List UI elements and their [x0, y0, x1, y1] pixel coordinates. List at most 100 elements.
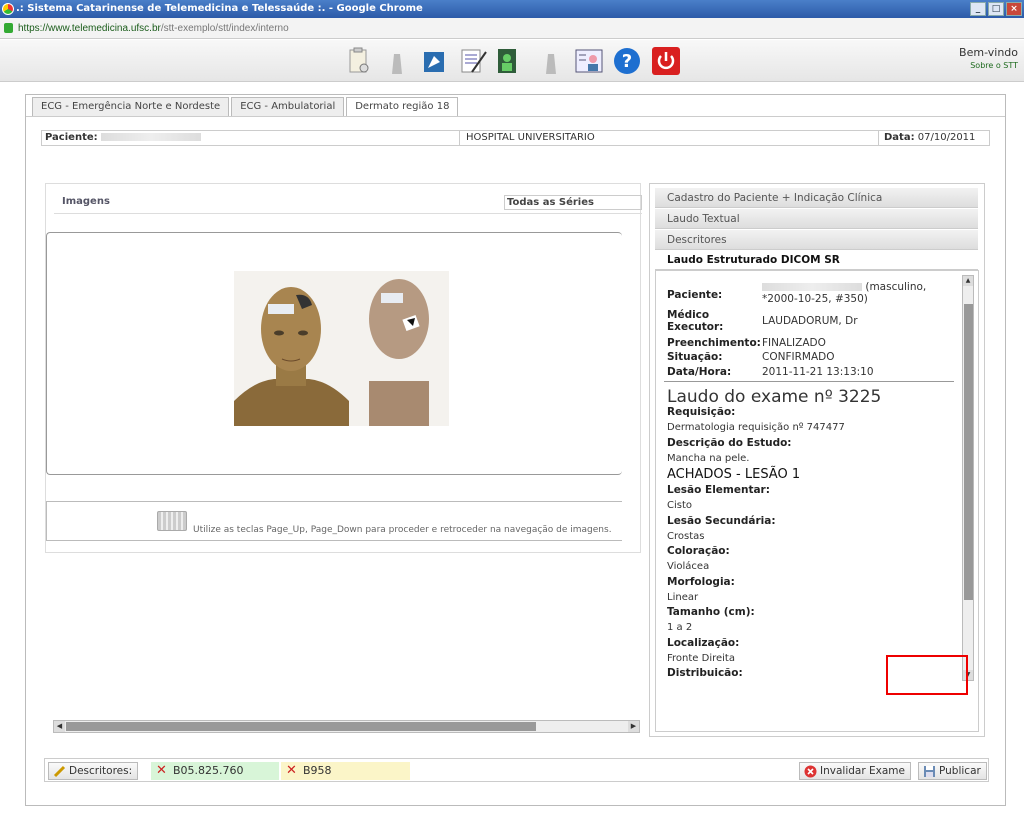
accordion-laudo-textual[interactable]: Laudo Textual: [655, 209, 978, 229]
address-bar[interactable]: https://www.telemedicina.ufsc.br/stt-exe…: [0, 18, 1024, 39]
close-icon[interactable]: ×: [1006, 2, 1022, 16]
main-frame: ECG - Emergência Norte e Nordeste ECG - …: [25, 94, 1006, 806]
accordion-descritores[interactable]: Descritores: [655, 230, 978, 250]
report-medico: Médico Executor: LAUDADORUM, Dr: [667, 309, 858, 333]
clipboard-icon[interactable]: [344, 46, 374, 76]
descriptor-code-2[interactable]: ✕ B958: [281, 762, 410, 780]
scroll-left-icon[interactable]: ◀: [54, 721, 65, 732]
maximize-icon[interactable]: □: [988, 2, 1004, 16]
mannequin-front-icon: [234, 271, 349, 426]
tab-ecg-ambulatorial[interactable]: ECG - Ambulatorial: [231, 97, 345, 116]
report-datahora: Data/Hora: 2011-11-21 13:13:10: [667, 366, 874, 378]
report-preenchimento: Preenchimento: FINALIZADO: [667, 337, 826, 349]
finding-localizacao-value: Fronte Direita: [667, 653, 735, 664]
patient-name-redacted: [762, 283, 862, 291]
user-monitor-icon[interactable]: [494, 46, 524, 76]
welcome-text: Bem-vindo: [959, 46, 1018, 59]
vertical-scrollbar-thumb[interactable]: [964, 304, 973, 600]
tab-divider: [26, 116, 1005, 117]
remove-icon[interactable]: ✕: [286, 762, 297, 780]
image-thumbnail-back[interactable]: [349, 271, 449, 426]
estudo-label: Descrição do Estudo:: [667, 437, 792, 449]
chrome-icon: [2, 3, 14, 15]
series-select[interactable]: Todas as Séries: [504, 195, 642, 210]
finding-distribuicao-key: Distribuicão:: [667, 667, 743, 679]
finding-tamanho-value: 1 a 2: [667, 622, 693, 633]
separator-icon: [392, 54, 402, 74]
separator-icon: [546, 54, 556, 74]
navigation-hint: Utilize as teclas Page_Up, Page_Down par…: [46, 501, 622, 541]
image-viewer: [46, 232, 622, 475]
report-situacao-value: CONFIRMADO: [762, 351, 835, 363]
finding-tamanho-key: Tamanho (cm):: [667, 606, 755, 618]
date-label: Data:: [884, 132, 915, 143]
tab-bar: ECG - Emergência Norte e Nordeste ECG - …: [32, 97, 460, 117]
scroll-right-icon[interactable]: ▶: [628, 721, 639, 732]
report-preenchimento-value: FINALIZADO: [762, 337, 826, 349]
finding-morfologia-key: Morfologia:: [667, 576, 735, 588]
invalidar-exame-button[interactable]: Invalidar Exame: [799, 762, 911, 780]
finding-lesao-secundaria-value: Crostas: [667, 531, 705, 542]
highlight-box: [886, 655, 968, 695]
publicar-label: Publicar: [939, 765, 981, 777]
lock-icon: [4, 23, 13, 33]
url-host: https://www.telemedicina.ufsc.br: [18, 23, 161, 34]
power-icon[interactable]: [651, 46, 681, 76]
finding-coloracao-value: Violácea: [667, 561, 710, 572]
image-thumbnail-front[interactable]: [234, 271, 349, 426]
about-link[interactable]: Sobre o STT: [959, 61, 1018, 70]
window-controls: _ □ ×: [970, 2, 1022, 16]
descritores-label: Descritores:: [69, 765, 133, 777]
bottom-bar: Descritores: ✕ B05.825.760 ✕ B958 Invali…: [44, 758, 989, 782]
hand-image-icon[interactable]: [420, 46, 450, 76]
welcome-area: Bem-vindo Sobre o STT: [959, 46, 1018, 70]
url-path: /stt-exemplo/stt/index/interno: [160, 23, 289, 34]
descriptor-code-2-text: B958: [303, 764, 332, 777]
publicar-button[interactable]: Publicar: [918, 762, 987, 780]
user-card-icon[interactable]: [574, 46, 604, 76]
scrollbar-thumb[interactable]: [66, 722, 536, 731]
date-field: Data: 07/10/2011: [881, 131, 991, 145]
help-icon[interactable]: ?: [612, 46, 642, 76]
minimize-icon[interactable]: _: [970, 2, 986, 16]
images-label: Imagens: [62, 196, 110, 207]
remove-icon[interactable]: ✕: [156, 762, 167, 780]
findings-title: ACHADOS - LESÃO 1: [667, 467, 801, 482]
report-situacao-key: Situação:: [667, 351, 723, 363]
vertical-scrollbar[interactable]: ▲ ▼: [962, 275, 974, 681]
report-panel: Cadastro do Paciente + Indicação Clínica…: [649, 183, 985, 737]
hospital-field: HOSPITAL UNIVERSITARIO: [463, 131, 879, 145]
estudo-value: Mancha na pele.: [667, 453, 750, 464]
accordion-laudo-estruturado[interactable]: Laudo Estruturado DICOM SR: [655, 250, 978, 270]
scroll-up-icon[interactable]: ▲: [963, 276, 973, 286]
window-titlebar: .: Sistema Catarinense de Telemedicina e…: [0, 0, 1024, 18]
report-patient: Paciente: (masculino, *2000-10-25, #350): [667, 281, 926, 305]
requisicao-value: Dermatologia requisição nº 747477: [667, 422, 845, 433]
finding-lesao-elementar-value: Cisto: [667, 500, 693, 511]
images-header: Imagens Todas as Séries: [54, 190, 642, 214]
tab-ecg-emergencia[interactable]: ECG - Emergência Norte e Nordeste: [32, 97, 230, 116]
keyboard-icon: [157, 511, 187, 531]
report-separator: [664, 381, 954, 382]
tab-dermato[interactable]: Dermato região 18: [346, 97, 459, 117]
finding-localizacao-key: Localização:: [667, 637, 740, 649]
report-patient-key: Paciente:: [667, 289, 723, 301]
patient-bar: Paciente: HOSPITAL UNIVERSITARIO Data: 0…: [41, 130, 990, 146]
requisicao-label: Requisição:: [667, 406, 736, 418]
date-value: 07/10/2011: [917, 132, 976, 143]
report-medico-key: Médico Executor:: [667, 309, 724, 333]
descriptor-code-1[interactable]: ✕ B05.825.760: [151, 762, 279, 780]
descritores-button[interactable]: Descritores:: [48, 762, 139, 780]
horizontal-scrollbar[interactable]: ◀ ▶: [53, 720, 640, 733]
finding-lesao-elementar-key: Lesão Elementar:: [667, 484, 770, 496]
document-edit-icon[interactable]: [458, 46, 488, 76]
mannequin-back-icon: [349, 271, 449, 426]
finding-lesao-secundaria-key: Lesão Secundária:: [667, 515, 776, 527]
report-medico-value: LAUDADORUM, Dr: [762, 315, 858, 327]
finding-coloracao-key: Coloração:: [667, 545, 730, 557]
accordion-cadastro[interactable]: Cadastro do Paciente + Indicação Clínica: [655, 188, 978, 208]
invalidar-label: Invalidar Exame: [820, 765, 905, 777]
patient-field: Paciente:: [42, 131, 460, 145]
patient-label: Paciente:: [45, 132, 98, 143]
cancel-icon: [804, 765, 817, 778]
